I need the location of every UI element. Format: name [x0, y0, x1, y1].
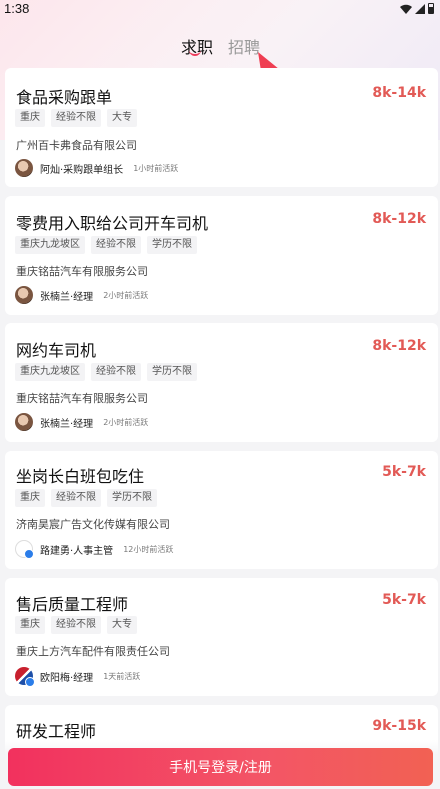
recruiter-name: 欧阳梅·经理: [40, 672, 94, 684]
job-tags: 重庆 经验不限 大专: [15, 109, 137, 127]
signal-icon: [415, 3, 425, 14]
avatar: [15, 667, 35, 687]
job-tags: 重庆 经验不限 大专: [15, 616, 137, 634]
status-icons: [400, 3, 434, 14]
job-card[interactable]: 坐岗长白班包吃住 5k-7k 重庆 经验不限 学历不限 济南昊宸广告文化传媒有限…: [5, 451, 438, 569]
tag-education: 学历不限: [147, 236, 197, 254]
recruiter-active-time: 2小时前活跃: [103, 417, 149, 427]
tag-experience: 经验不限: [51, 616, 101, 634]
job-salary: 8k-12k: [372, 211, 426, 227]
recruiter-active-time: 2小时前活跃: [103, 290, 149, 300]
job-card[interactable]: 零费用入职给公司开车司机 8k-12k 重庆九龙坡区 经验不限 学历不限 重庆铭…: [5, 196, 438, 315]
tab-bar: 求职 招聘: [0, 34, 440, 60]
recruiter-name: 阿灿·采购跟单组长: [40, 164, 124, 176]
recruiter-info: 张楠兰·经理 2小时前活跃: [15, 286, 148, 304]
job-title: 零费用入职给公司开车司机: [16, 214, 209, 233]
tag-location: 重庆: [15, 489, 45, 507]
job-card[interactable]: 售后质量工程师 5k-7k 重庆 经验不限 大专 重庆上方汽车配件有限责任公司 …: [5, 578, 438, 696]
job-title: 网约车司机: [16, 341, 97, 360]
job-tags: 重庆九龙坡区 经验不限 学历不限: [15, 236, 197, 254]
recruiter-active-time: 1天前活跃: [103, 671, 141, 681]
status-time: 1:38: [4, 1, 30, 16]
recruiter-info: 阿灿·采购跟单组长 1小时前活跃: [15, 159, 178, 177]
tag-education: 学历不限: [107, 489, 157, 507]
tag-experience: 经验不限: [51, 489, 101, 507]
company-name: 重庆铭喆汽车有限服务公司: [16, 392, 148, 405]
job-salary: 8k-14k: [372, 85, 426, 101]
job-title: 售后质量工程师: [16, 595, 129, 614]
job-tags: 重庆 经验不限 学历不限: [15, 489, 157, 507]
job-salary: 5k-7k: [382, 592, 426, 608]
job-title: 食品采购跟单: [16, 88, 113, 107]
job-card[interactable]: 网约车司机 8k-12k 重庆九龙坡区 经验不限 学历不限 重庆铭喆汽车有限服务…: [5, 323, 438, 442]
job-card[interactable]: 食品采购跟单 8k-14k 重庆 经验不限 大专 广州百卡弗食品有限公司 阿灿·…: [5, 68, 438, 187]
recruiter-active-time: 1小时前活跃: [133, 163, 179, 173]
recruiter-active-time: 12小时前活跃: [123, 544, 174, 554]
recruiter-name: 张楠兰·经理: [40, 418, 94, 430]
job-title: 研发工程师: [16, 722, 97, 741]
job-salary: 8k-12k: [372, 338, 426, 354]
phone-login-button[interactable]: 手机号登录/注册: [8, 748, 433, 786]
tag-experience: 经验不限: [51, 109, 101, 127]
tag-location: 重庆: [15, 109, 45, 127]
company-name: 济南昊宸广告文化传媒有限公司: [16, 518, 170, 531]
tag-experience: 经验不限: [91, 236, 141, 254]
job-salary: 9k-15k: [372, 718, 426, 734]
recruiter-info: 张楠兰·经理 2小时前活跃: [15, 413, 148, 431]
wifi-icon: [400, 4, 412, 14]
job-salary: 5k-7k: [382, 464, 426, 480]
tag-education: 学历不限: [147, 363, 197, 381]
avatar: [15, 413, 33, 431]
tag-experience: 经验不限: [91, 363, 141, 381]
recruiter-name: 张楠兰·经理: [40, 291, 94, 303]
recruiter-name: 路建勇·人事主管: [40, 545, 114, 557]
tag-location: 重庆: [15, 616, 45, 634]
company-name: 广州百卡弗食品有限公司: [16, 139, 137, 152]
tag-education: 大专: [107, 616, 137, 634]
tag-location: 重庆九龙坡区: [15, 236, 85, 254]
avatar: [15, 286, 33, 304]
company-name: 重庆上方汽车配件有限责任公司: [16, 645, 170, 658]
avatar: [15, 540, 34, 559]
tag-education: 大专: [107, 109, 137, 127]
job-title: 坐岗长白班包吃住: [16, 467, 145, 486]
tag-location: 重庆九龙坡区: [15, 363, 85, 381]
avatar: [15, 159, 33, 177]
recruiter-info: 欧阳梅·经理 1天前活跃: [15, 667, 141, 687]
battery-icon: [428, 3, 434, 14]
company-name: 重庆铭喆汽车有限服务公司: [16, 265, 148, 278]
status-bar: 1:38: [0, 0, 440, 20]
job-tags: 重庆九龙坡区 经验不限 学历不限: [15, 363, 197, 381]
recruiter-info: 路建勇·人事主管 12小时前活跃: [15, 540, 174, 559]
